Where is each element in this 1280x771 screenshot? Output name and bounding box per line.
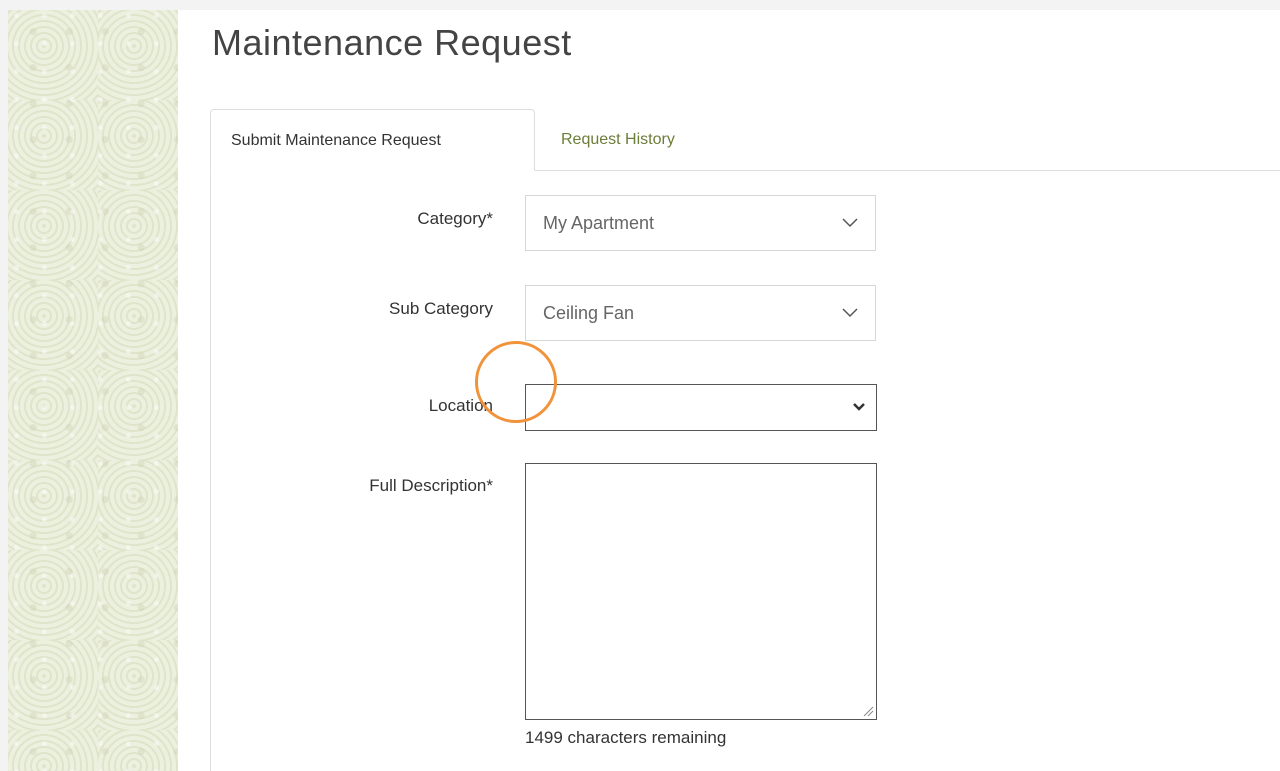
chevron-down-icon <box>842 218 858 228</box>
sub-category-label-wrap: Sub Category <box>211 299 493 329</box>
chevron-down-icon <box>853 403 865 411</box>
description-label: Full Description* <box>369 476 493 495</box>
location-label-wrap: Location <box>211 396 493 426</box>
category-value: My Apartment <box>543 213 655 233</box>
chevron-down-icon <box>842 308 858 318</box>
resize-grip-icon[interactable] <box>862 705 874 717</box>
description-label-wrap: Full Description* <box>211 476 493 506</box>
category-label: Category* <box>417 209 493 228</box>
location-select[interactable] <box>525 384 877 431</box>
sub-category-value: Ceiling Fan <box>543 303 635 323</box>
category-select[interactable]: My Apartment <box>525 195 876 251</box>
description-textarea[interactable] <box>525 463 877 720</box>
tab-bar: Submit Maintenance Request Request Histo… <box>210 109 1280 171</box>
tab-request-history[interactable]: Request History <box>541 109 695 169</box>
page-title: Maintenance Request <box>212 22 572 63</box>
location-label: Location <box>428 396 493 415</box>
category-label-wrap: Category* <box>211 209 493 239</box>
form-area: Category* My Apartment Sub Category Ceil… <box>210 171 1280 771</box>
characters-remaining: 1499 characters remaining <box>525 728 727 747</box>
decorative-background <box>8 10 178 771</box>
sub-category-label: Sub Category <box>389 299 493 318</box>
main-panel: Maintenance Request Submit Maintenance R… <box>178 10 1280 771</box>
tab-submit-maintenance-request[interactable]: Submit Maintenance Request <box>210 109 535 171</box>
sub-category-select[interactable]: Ceiling Fan <box>525 285 876 341</box>
